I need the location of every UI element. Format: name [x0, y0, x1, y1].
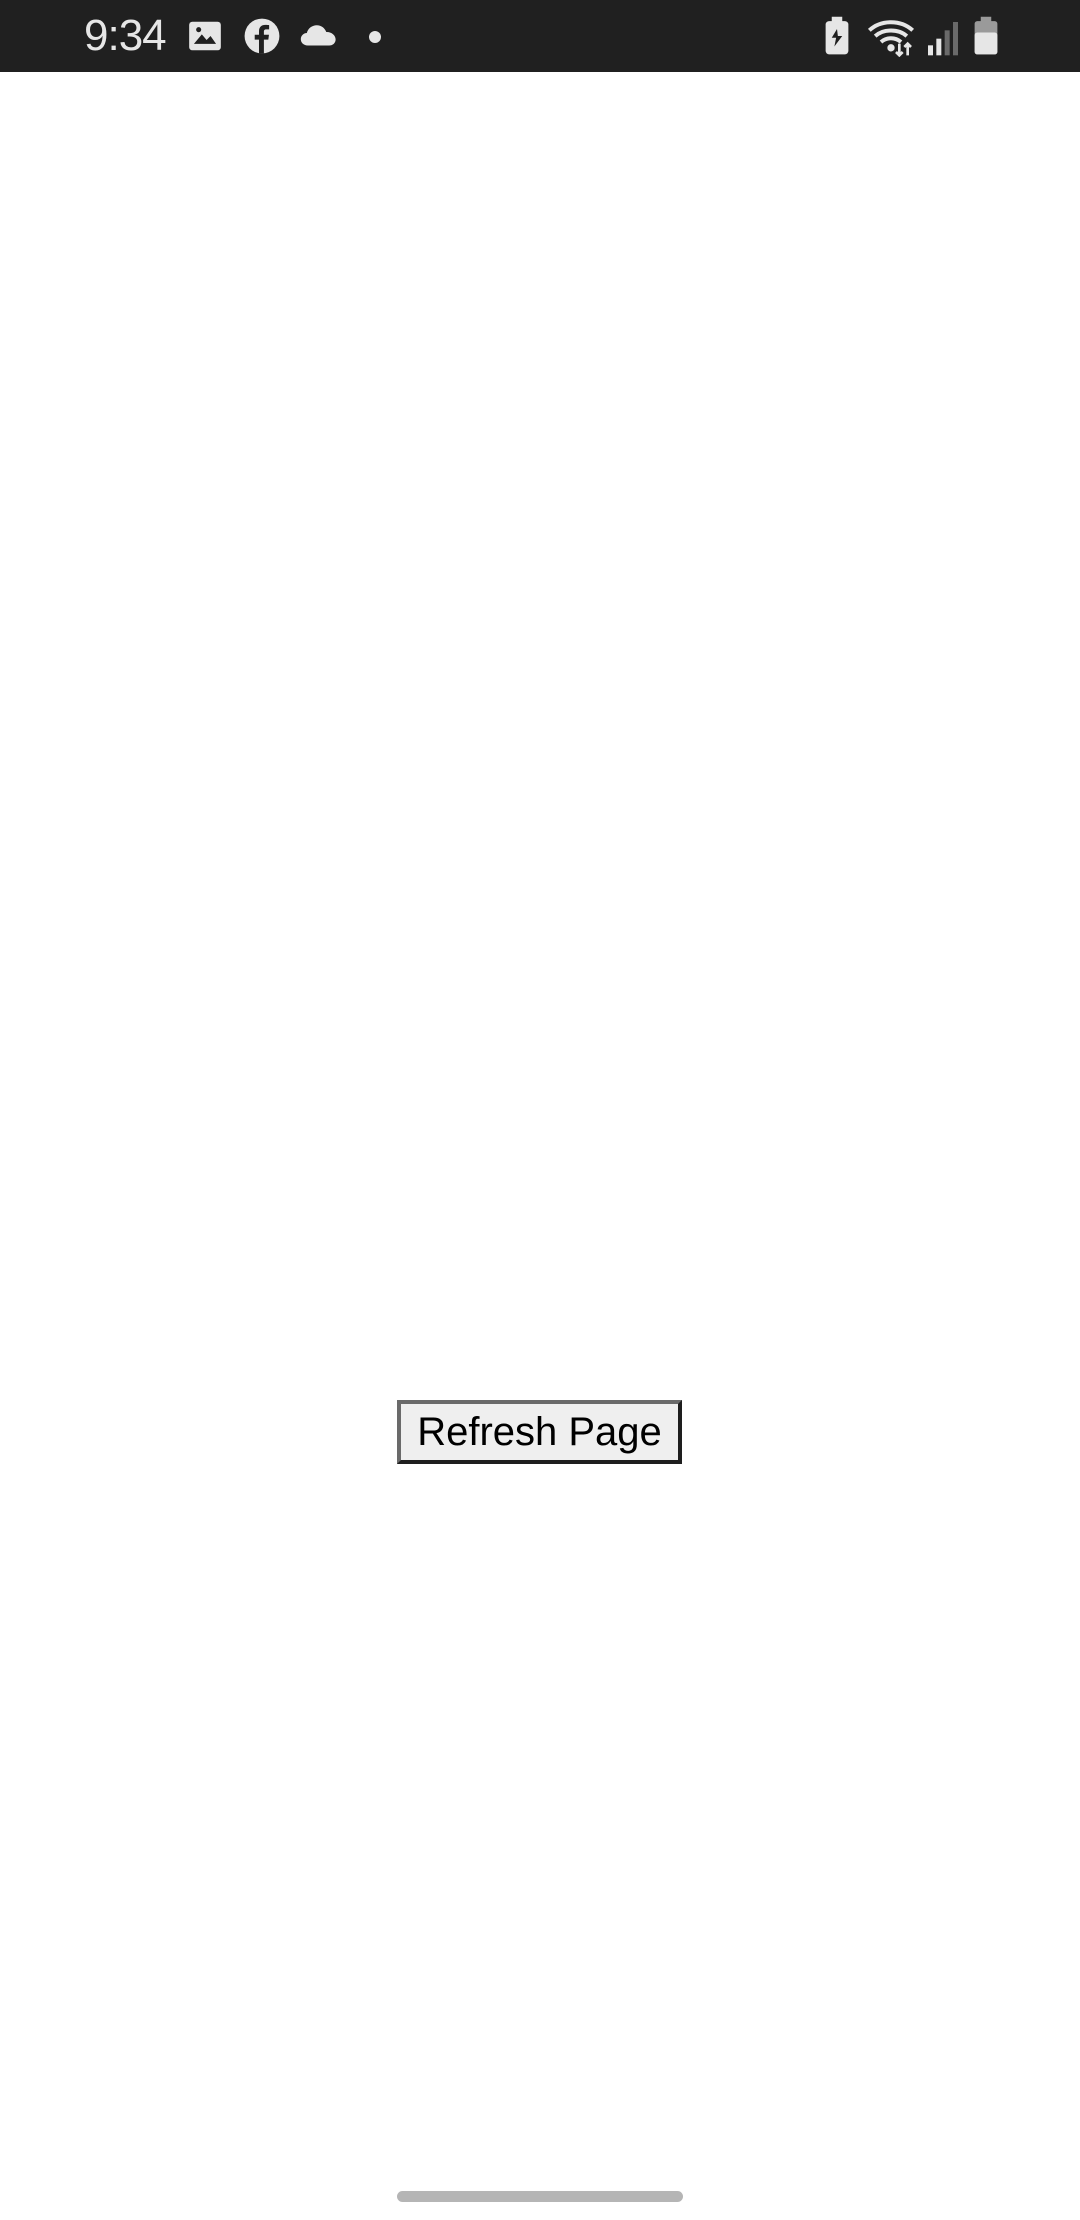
- screen: 9:34 Refresh Page: [0, 0, 1080, 2220]
- battery-icon: [972, 15, 1000, 55]
- status-bar: 9:34: [0, 0, 1080, 72]
- navigation-handle[interactable]: [397, 2191, 683, 2202]
- cloud-icon: [298, 17, 340, 57]
- status-time: 9:34: [84, 11, 167, 60]
- page-content: Refresh Page: [0, 72, 1080, 2220]
- signal-icon: [926, 17, 960, 57]
- facebook-icon: [243, 17, 281, 57]
- dot-icon: [368, 30, 382, 70]
- refresh-page-button[interactable]: Refresh Page: [397, 1400, 682, 1464]
- image-icon: [186, 17, 224, 57]
- battery-saver-icon: [822, 15, 852, 55]
- wifi-icon: [866, 17, 916, 57]
